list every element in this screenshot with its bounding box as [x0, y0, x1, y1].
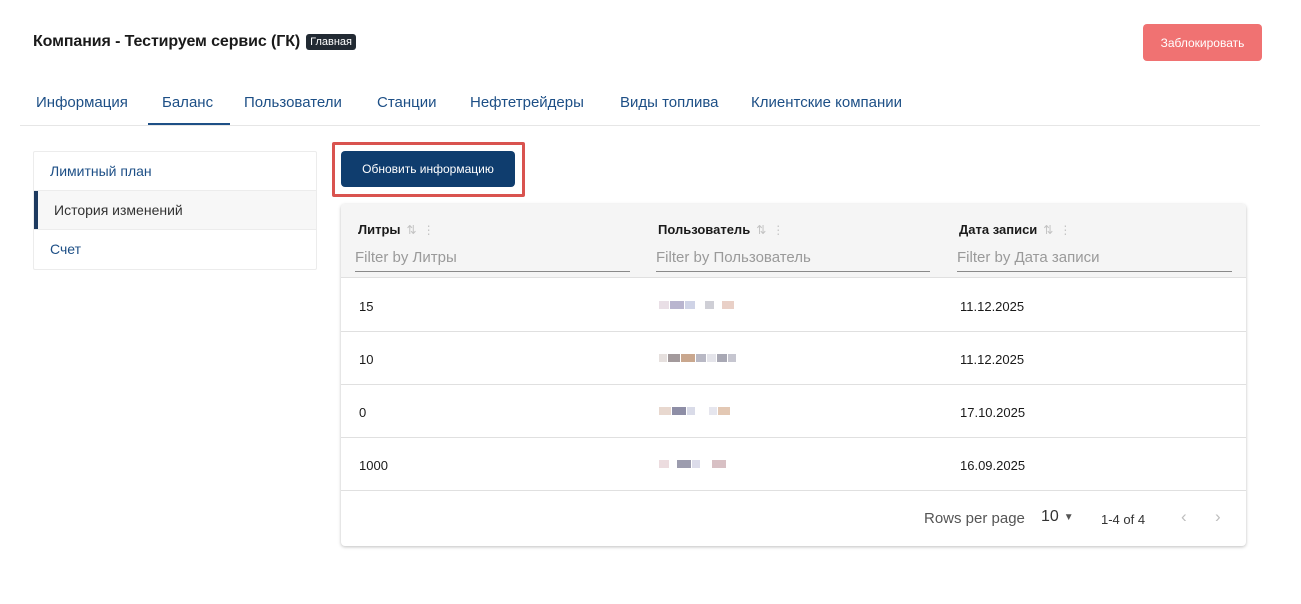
sort-arrows-icon[interactable]: ⇅: [1043, 223, 1053, 237]
table-pagination: Rows per page 10 ▼ 1-4 of 4 ‹ ›: [341, 491, 1246, 546]
column-header-user[interactable]: Пользователь ⇅ ⋮: [658, 222, 784, 237]
blurred-user-name: [659, 354, 737, 362]
tab-users[interactable]: Пользователи: [244, 94, 342, 111]
pagination-range: 1-4 of 4: [1101, 512, 1146, 527]
page-header: Компания - Тестируем сервис (ГК) Главная: [33, 33, 356, 51]
table-header: Литры ⇅ ⋮ Пользователь ⇅ ⋮ Дата записи ⇅…: [341, 204, 1246, 278]
table-row[interactable]: 0 17.10.2025: [341, 385, 1246, 438]
refresh-info-button[interactable]: Обновить информацию: [341, 151, 515, 187]
main-company-badge: Главная: [306, 34, 356, 50]
tab-stations[interactable]: Станции: [377, 94, 437, 111]
block-button[interactable]: Заблокировать: [1143, 24, 1262, 61]
cell-liters: 10: [359, 352, 374, 367]
rows-per-page-value: 10: [1041, 508, 1059, 525]
side-item-limit-plan[interactable]: Лимитный план: [34, 152, 316, 191]
filter-user-input[interactable]: [656, 244, 930, 272]
side-item-label: Счет: [50, 241, 81, 257]
cell-date: 17.10.2025: [960, 405, 1026, 420]
blurred-user-name: [659, 301, 735, 309]
tab-oil-traders[interactable]: Нефтетрейдеры: [470, 94, 584, 111]
table-row[interactable]: 15 11.12.2025: [341, 279, 1246, 332]
column-menu-icon[interactable]: ⋮: [772, 223, 784, 237]
cell-liters: 1000: [359, 458, 388, 473]
cell-liters: 0: [359, 405, 367, 420]
sort-arrows-icon[interactable]: ⇅: [407, 223, 417, 237]
blurred-user-name: [659, 460, 727, 468]
column-title: Пользователь: [658, 222, 751, 237]
column-header-date[interactable]: Дата записи ⇅ ⋮: [959, 222, 1071, 237]
chevron-right-icon[interactable]: ›: [1215, 507, 1221, 527]
tab-info[interactable]: Информация: [36, 94, 128, 111]
column-menu-icon[interactable]: ⋮: [423, 223, 435, 237]
column-menu-icon[interactable]: ⋮: [1059, 223, 1071, 237]
blurred-user-name: [659, 407, 731, 415]
rows-per-page-select[interactable]: 10 ▼: [1041, 508, 1074, 526]
side-item-label: История изменений: [54, 202, 183, 218]
cell-liters: 15: [359, 299, 374, 314]
tab-client-companies[interactable]: Клиентские компании: [751, 94, 902, 111]
side-item-label: Лимитный план: [50, 163, 152, 179]
tab-fuel-types[interactable]: Виды топлива: [620, 94, 719, 111]
chevron-left-icon[interactable]: ‹: [1181, 507, 1187, 527]
rows-per-page-label: Rows per page: [924, 510, 1025, 527]
active-tab-indicator: [148, 123, 230, 125]
tab-bar: Информация Баланс Пользователи Станции Н…: [20, 80, 1260, 126]
filter-liters-input[interactable]: [355, 244, 630, 272]
filter-date-input[interactable]: [957, 244, 1232, 272]
page-title: Компания - Тестируем сервис (ГК): [33, 33, 301, 50]
table-row[interactable]: 1000 16.09.2025: [341, 438, 1246, 491]
cell-date: 11.12.2025: [960, 299, 1025, 314]
side-item-account[interactable]: Счет: [34, 230, 316, 269]
cell-date: 11.12.2025: [960, 352, 1025, 367]
history-table: Литры ⇅ ⋮ Пользователь ⇅ ⋮ Дата записи ⇅…: [341, 204, 1246, 546]
chevron-down-icon: ▼: [1063, 511, 1074, 523]
table-row[interactable]: 10 11.12.2025: [341, 332, 1246, 385]
cell-date: 16.09.2025: [960, 458, 1026, 473]
column-title: Дата записи: [959, 222, 1038, 237]
side-item-change-history[interactable]: История изменений: [34, 191, 316, 230]
side-menu: Лимитный план История изменений Счет: [33, 151, 317, 270]
tab-balance[interactable]: Баланс: [162, 94, 213, 111]
sort-arrows-icon[interactable]: ⇅: [756, 223, 766, 237]
column-title: Литры: [358, 222, 401, 237]
column-header-liters[interactable]: Литры ⇅ ⋮: [358, 222, 435, 237]
